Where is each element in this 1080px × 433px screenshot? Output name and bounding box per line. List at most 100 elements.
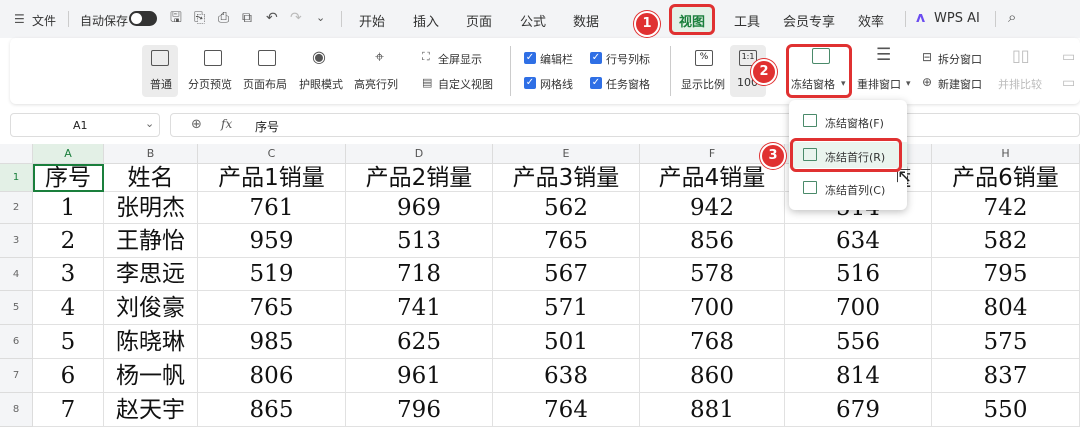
save-icon[interactable]: 🖫	[170, 11, 182, 25]
table-cell[interactable]: 679	[785, 393, 932, 427]
row-header-5[interactable]: 5	[0, 291, 33, 325]
column-header-e[interactable]: E	[493, 144, 640, 164]
checkbox-icon[interactable]: ✓	[590, 77, 602, 89]
header-cell[interactable]: 产品2销量	[346, 164, 493, 192]
table-cell[interactable]: 856	[640, 224, 785, 258]
zoom-magnifier-icon[interactable]: ⊕	[191, 117, 202, 132]
table-cell[interactable]: 700	[785, 291, 932, 325]
column-header-d[interactable]: D	[346, 144, 493, 164]
table-cell[interactable]: 700	[640, 291, 785, 325]
table-cell[interactable]: 562	[493, 192, 640, 224]
table-cell[interactable]: 969	[346, 192, 493, 224]
table-cell[interactable]: 761	[198, 192, 346, 224]
table-cell[interactable]: 567	[493, 258, 640, 291]
tab-member[interactable]: 会员专享	[783, 11, 835, 30]
file-menu[interactable]: 文件	[32, 12, 56, 29]
select-all-corner[interactable]	[0, 144, 33, 164]
row-header-6[interactable]: 6	[0, 325, 33, 359]
wps-ai-tab[interactable]: WPS AI	[934, 11, 980, 26]
table-cell[interactable]: 501	[493, 325, 640, 359]
tab-data[interactable]: 数据	[573, 11, 599, 30]
print-icon[interactable]: ⎙	[218, 11, 229, 25]
header-cell[interactable]: 产品1销量	[198, 164, 346, 192]
table-cell[interactable]: 837	[932, 359, 1080, 393]
arrange-windows-button[interactable]: 重排窗口	[857, 76, 901, 92]
header-cell[interactable]: 产品3销量	[493, 164, 640, 192]
column-header-c[interactable]: C	[198, 144, 346, 164]
checkbox-icon[interactable]: ✓	[590, 52, 602, 64]
checkbox-icon[interactable]: ✓	[524, 77, 536, 89]
share-icon[interactable]: ⎘	[194, 11, 205, 25]
table-cell[interactable]: 765	[198, 291, 346, 325]
table-cell[interactable]: 571	[493, 291, 640, 325]
table-cell[interactable]: 张明杰	[104, 192, 198, 224]
column-header-b[interactable]: B	[104, 144, 198, 164]
header-cell[interactable]: 产品6销量	[932, 164, 1080, 192]
table-cell[interactable]: 959	[198, 224, 346, 258]
hamburger-icon[interactable]: ☰	[14, 12, 25, 26]
table-cell[interactable]: 985	[198, 325, 346, 359]
chevron-down-icon[interactable]: ⌄	[145, 117, 154, 130]
table-cell[interactable]: 3	[33, 258, 104, 291]
table-cell[interactable]: 516	[785, 258, 932, 291]
checkbox-icon[interactable]: ✓	[524, 52, 536, 64]
menu-item-freeze-panes[interactable]: 冻结窗格(F)	[789, 108, 907, 134]
row-header-4[interactable]: 4	[0, 258, 33, 291]
table-cell[interactable]: 578	[640, 258, 785, 291]
table-cell[interactable]: 768	[640, 325, 785, 359]
tab-insert[interactable]: 插入	[413, 11, 439, 30]
menu-item-freeze-first-column[interactable]: 冻结首列(C)	[789, 175, 907, 201]
table-cell[interactable]: 865	[198, 393, 346, 427]
tab-formula[interactable]: 公式	[520, 11, 546, 30]
table-cell[interactable]: 942	[640, 192, 785, 224]
table-cell[interactable]: 4	[33, 291, 104, 325]
custom-view-button[interactable]: 自定义视图	[438, 76, 493, 92]
table-cell[interactable]: 796	[346, 393, 493, 427]
tab-efficiency[interactable]: 效率	[858, 11, 884, 30]
tab-tools[interactable]: 工具	[734, 11, 760, 30]
table-cell[interactable]: 556	[785, 325, 932, 359]
header-cell[interactable]: 序号	[33, 164, 104, 192]
zoom-button[interactable]: 显示比例	[681, 76, 725, 92]
row-header-7[interactable]: 7	[0, 359, 33, 393]
table-cell[interactable]: 718	[346, 258, 493, 291]
header-cell[interactable]: 姓名	[104, 164, 198, 192]
table-cell[interactable]: 王静怡	[104, 224, 198, 258]
row-header-3[interactable]: 3	[0, 224, 33, 258]
table-cell[interactable]: 575	[932, 325, 1080, 359]
table-cell[interactable]: 刘俊豪	[104, 291, 198, 325]
name-box[interactable]: A1 ⌄	[10, 113, 160, 137]
chevron-down-icon[interactable]: ⌄	[316, 11, 325, 25]
row-header-2[interactable]: 2	[0, 192, 33, 224]
table-cell[interactable]: 5	[33, 325, 104, 359]
table-cell[interactable]: 550	[932, 393, 1080, 427]
table-cell[interactable]: 杨一帆	[104, 359, 198, 393]
table-cell[interactable]: 804	[932, 291, 1080, 325]
table-cell[interactable]: 961	[346, 359, 493, 393]
eye-care-button[interactable]: 护眼模式	[299, 76, 343, 92]
table-cell[interactable]: 881	[640, 393, 785, 427]
fullscreen-button[interactable]: 全屏显示	[438, 51, 482, 67]
highlight-rowcol-button[interactable]: 高亮行列	[354, 76, 398, 92]
tab-page[interactable]: 页面	[466, 11, 492, 30]
table-cell[interactable]: 860	[640, 359, 785, 393]
table-cell[interactable]: 741	[346, 291, 493, 325]
table-cell[interactable]: 陈晓琳	[104, 325, 198, 359]
table-cell[interactable]: 625	[346, 325, 493, 359]
tab-home[interactable]: 开始	[359, 11, 385, 30]
undo-icon[interactable]: ↶	[266, 11, 278, 25]
table-cell[interactable]: 513	[346, 224, 493, 258]
table-cell[interactable]: 638	[493, 359, 640, 393]
table-cell[interactable]: 634	[785, 224, 932, 258]
normal-view-button[interactable]: 普通	[150, 76, 172, 92]
table-cell[interactable]: 赵天宇	[104, 393, 198, 427]
column-header-h[interactable]: H	[932, 144, 1080, 164]
side-by-side-button[interactable]: 并排比较	[998, 76, 1042, 92]
split-window-button[interactable]: 拆分窗口	[938, 51, 982, 67]
table-cell[interactable]: 742	[932, 192, 1080, 224]
print-preview-icon[interactable]: ⧉	[242, 11, 252, 25]
header-cell[interactable]: 产品4销量	[640, 164, 785, 192]
row-header-1[interactable]: 1	[0, 164, 33, 192]
table-cell[interactable]: 2	[33, 224, 104, 258]
column-header-a[interactable]: A	[33, 144, 104, 164]
